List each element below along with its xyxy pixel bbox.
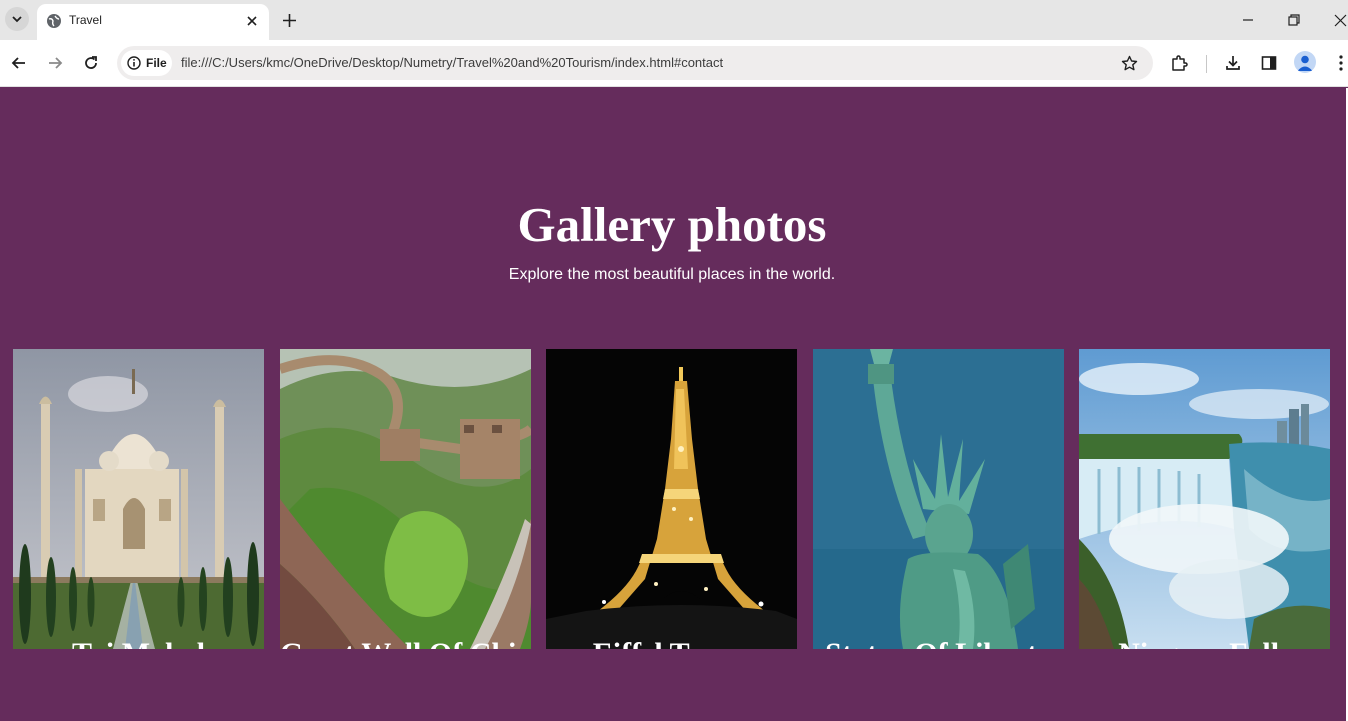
gallery-caption: Eiffel Tower xyxy=(546,637,797,649)
menu-button[interactable] xyxy=(1329,51,1348,75)
gallery-caption: Niagara Falls xyxy=(1079,637,1330,649)
back-button[interactable] xyxy=(7,51,31,75)
puzzle-icon xyxy=(1172,55,1188,71)
plus-icon xyxy=(282,13,296,27)
tab-title: Travel xyxy=(69,13,102,27)
side-panel-icon xyxy=(1261,56,1277,70)
gallery-heading: Gallery photos xyxy=(517,197,827,252)
close-icon xyxy=(1334,14,1346,26)
gallery-card-taj-mahal[interactable]: Taj Mahal xyxy=(13,349,264,649)
globe-icon xyxy=(47,14,61,28)
page-content: Gallery photos Explore the most beautifu… xyxy=(0,88,1348,721)
url-text[interactable]: file:///C:/Users/kmc/OneDrive/Desktop/Nu… xyxy=(181,55,723,70)
arrow-right-icon xyxy=(49,57,63,69)
great-wall-photo xyxy=(280,349,531,649)
eiffel-tower-photo xyxy=(546,349,797,649)
gallery-card-niagara-falls[interactable]: Niagara Falls xyxy=(1079,349,1330,649)
info-icon xyxy=(127,56,141,70)
extensions-button[interactable] xyxy=(1167,51,1191,75)
minimize-icon xyxy=(1243,19,1253,21)
gallery-card-great-wall[interactable]: Great Wall Of China xyxy=(280,349,531,649)
new-tab-button[interactable] xyxy=(278,9,300,31)
browser-tab[interactable]: Travel xyxy=(37,4,269,40)
close-icon xyxy=(247,16,257,26)
site-chip-label: File xyxy=(146,56,167,70)
statue-of-liberty-photo xyxy=(813,349,1064,649)
gallery-caption: Great Wall Of China xyxy=(280,637,531,649)
star-icon xyxy=(1121,55,1137,70)
gallery-caption: Taj Mahal xyxy=(13,637,264,649)
tab-search-button[interactable] xyxy=(5,7,29,31)
gallery-subheading: Explore the most beautiful places in the… xyxy=(508,266,836,283)
gallery-caption: Statue Of Liberty xyxy=(813,637,1064,649)
more-vertical-icon xyxy=(1339,55,1343,71)
downloads-button[interactable] xyxy=(1221,51,1245,75)
arrow-left-icon xyxy=(11,57,25,69)
download-icon xyxy=(1226,56,1240,70)
profile-avatar[interactable] xyxy=(1294,51,1316,73)
tab-strip: Travel xyxy=(0,0,1348,40)
gallery-card-statue-of-liberty[interactable]: Statue Of Liberty xyxy=(813,349,1064,649)
restore-icon xyxy=(1288,14,1300,26)
side-panel-button[interactable] xyxy=(1257,51,1281,75)
close-window-button[interactable] xyxy=(1325,6,1348,34)
reload-icon xyxy=(85,56,97,69)
browser-toolbar: File file:///C:/Users/kmc/OneDrive/Deskt… xyxy=(0,40,1348,87)
minimize-button[interactable] xyxy=(1233,6,1263,34)
niagara-falls-photo xyxy=(1079,349,1330,649)
address-bar[interactable]: File file:///C:/Users/kmc/OneDrive/Deskt… xyxy=(117,46,1153,80)
reload-button[interactable] xyxy=(79,51,103,75)
taj-mahal-photo xyxy=(13,349,264,649)
person-icon xyxy=(1297,55,1313,71)
restore-button[interactable] xyxy=(1279,6,1309,34)
bookmark-button[interactable] xyxy=(1117,51,1141,75)
tab-close-button[interactable] xyxy=(243,12,261,30)
chevron-down-icon xyxy=(12,16,22,23)
site-info-chip[interactable]: File xyxy=(121,50,172,76)
toolbar-divider xyxy=(1206,55,1207,73)
forward-button[interactable] xyxy=(43,51,67,75)
gallery-card-eiffel-tower[interactable]: Eiffel Tower xyxy=(546,349,797,649)
